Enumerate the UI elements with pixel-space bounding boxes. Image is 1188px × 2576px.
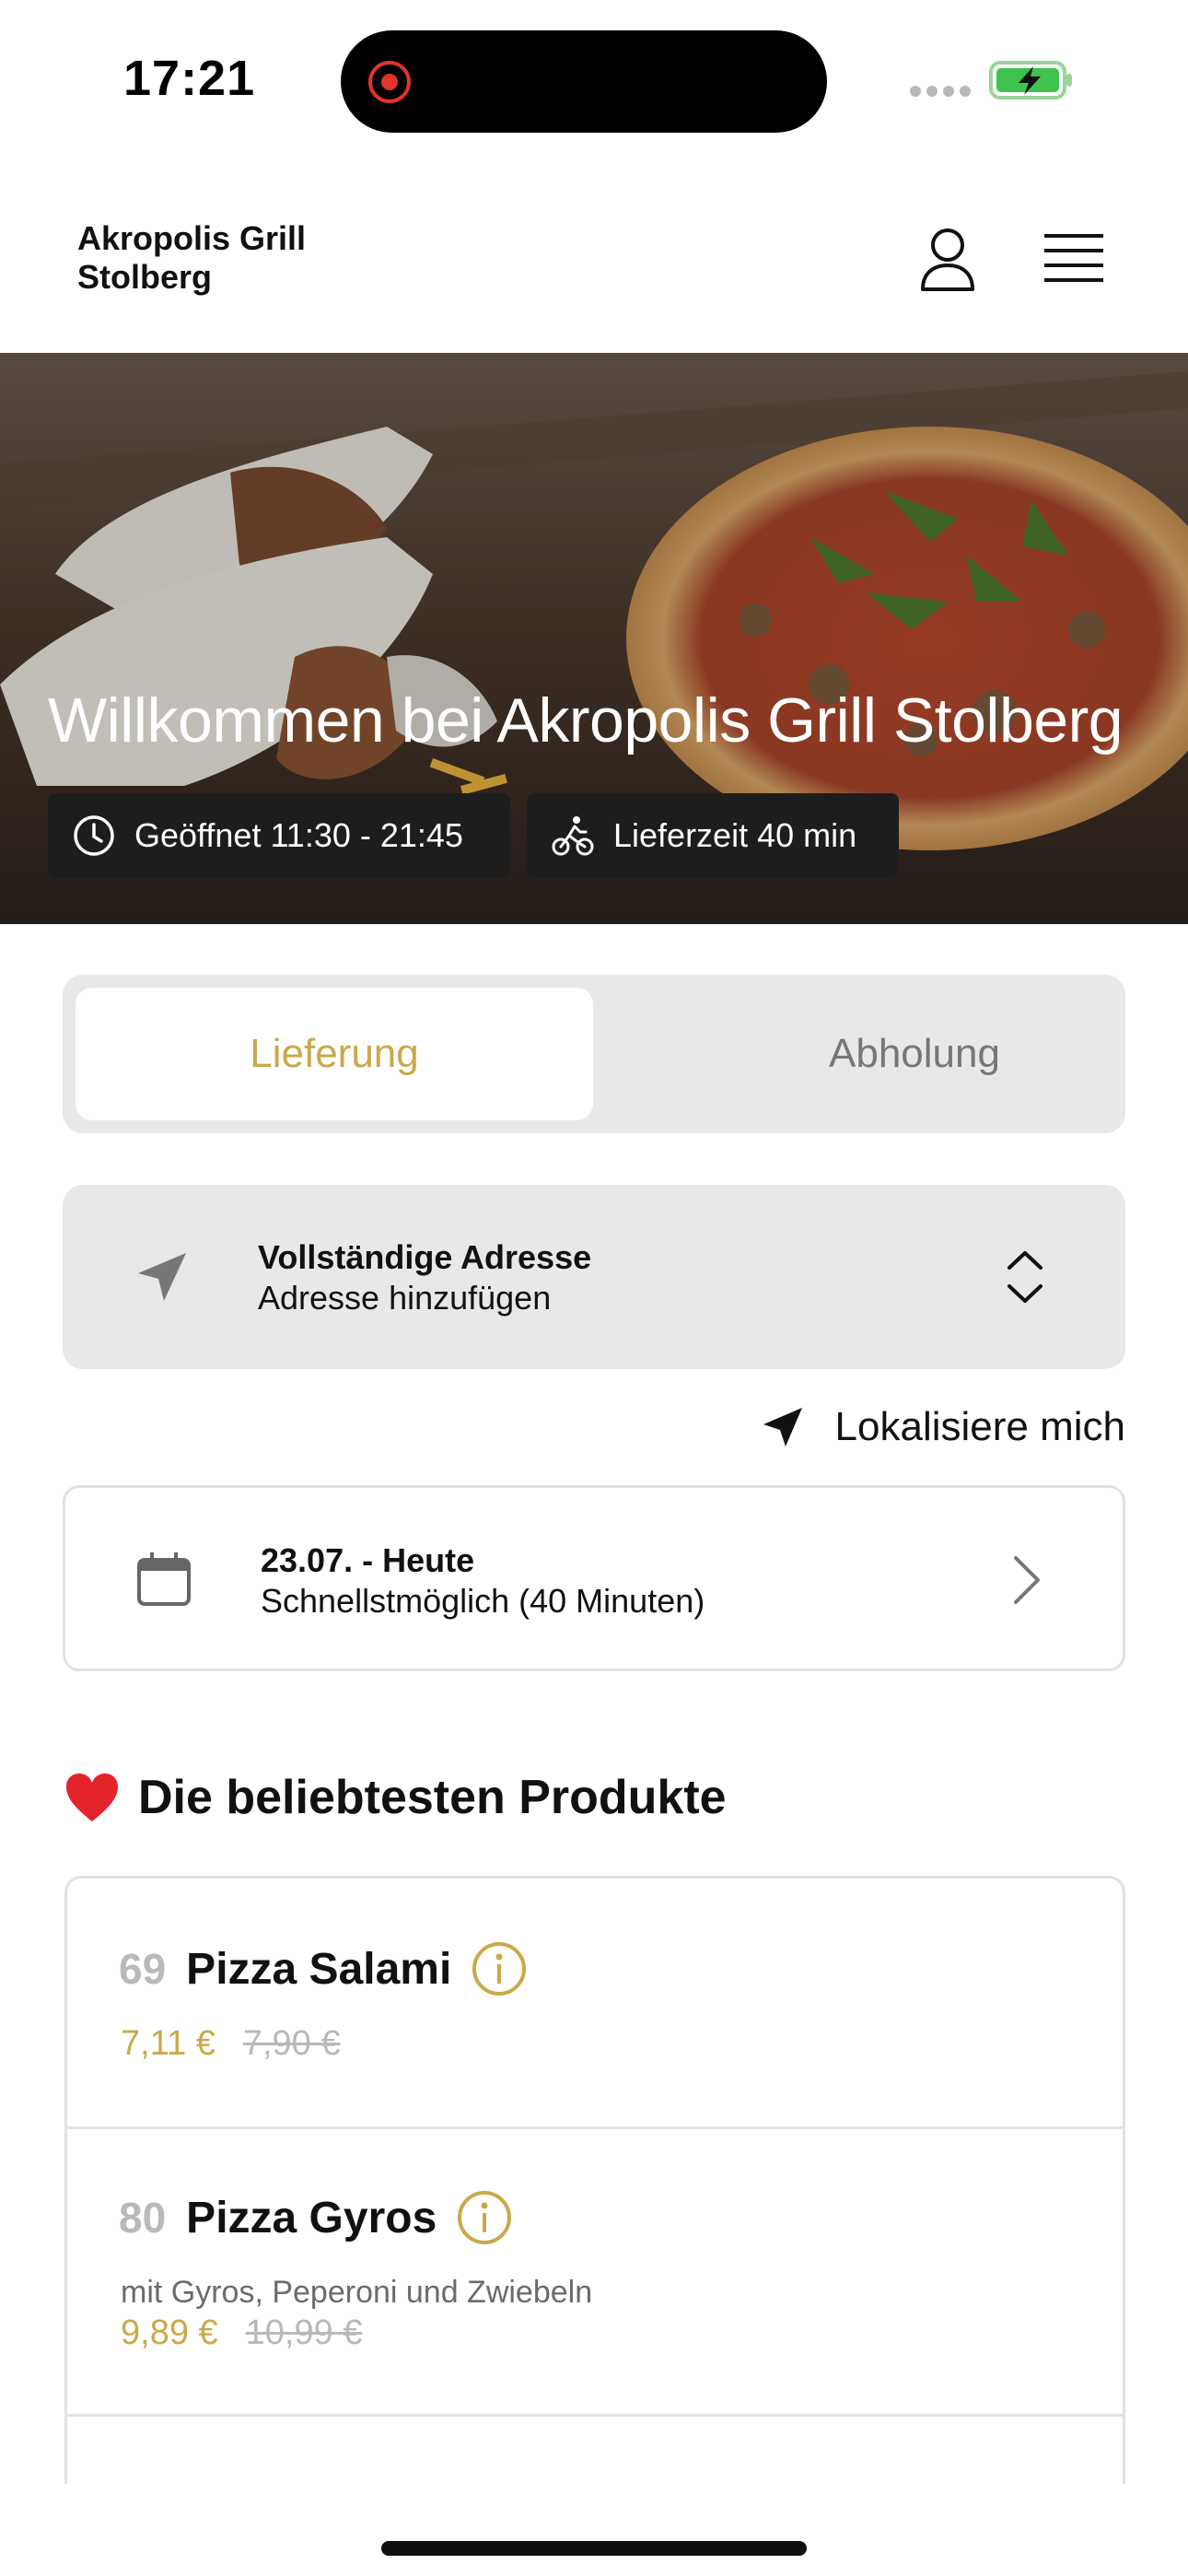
product-card[interactable]: 69 Pizza Salami 7,11 € 7,90 € <box>67 1879 1123 2129</box>
navigation-arrow-icon <box>138 1253 186 1301</box>
calendar-icon <box>137 1552 191 1606</box>
tab-lieferung[interactable]: Lieferung <box>76 988 593 1120</box>
hero-title: Willkommen bei Akropolis Grill Stolberg <box>48 685 1124 755</box>
address-selector[interactable]: Vollständige Adresse Adresse hinzufügen <box>63 1185 1125 1369</box>
order-mode-switch: Lieferung Abholung <box>63 975 1125 1133</box>
opening-hours-badge: Geöffnet 11:30 - 21:45 <box>48 793 510 878</box>
tab-abholung[interactable]: Abholung <box>656 988 1173 1120</box>
opening-hours-label: Geöffnet 11:30 - 21:45 <box>134 816 463 854</box>
product-price: 7,11 € 7,90 € <box>121 2024 341 2064</box>
schedule-time: Schnellstmöglich (40 Minuten) <box>261 1582 705 1620</box>
popular-section-title: Die beliebtesten Produkte <box>64 1765 727 1830</box>
app-header: Akropolis Grill Stolberg <box>0 184 1188 353</box>
schedule-selector[interactable]: 23.07. - Heute Schnellstmöglich (40 Minu… <box>63 1485 1125 1671</box>
hero-banner: Willkommen bei Akropolis Grill Stolberg … <box>0 353 1188 924</box>
record-icon <box>368 61 411 103</box>
chevron-updown-icon <box>1007 1251 1042 1303</box>
chevron-right-icon <box>1014 1556 1040 1604</box>
product-price: 9,89 € 10,99 € <box>121 2313 362 2353</box>
price-current: 9,89 € <box>121 2313 218 2352</box>
locate-me-button[interactable]: Lokalisiere mich <box>762 1397 1125 1458</box>
status-time: 17:21 <box>123 51 256 106</box>
home-indicator[interactable] <box>381 2541 807 2556</box>
heart-icon <box>66 1774 118 1821</box>
info-icon[interactable] <box>457 2190 512 2245</box>
product-card[interactable]: 80 Pizza Gyros mit Gyros, Peperoni und Z… <box>67 2129 1123 2417</box>
clock-icon <box>74 815 114 856</box>
popular-title-label: Die beliebtesten Produkte <box>138 1771 727 1824</box>
price-current: 7,11 € <box>121 2024 215 2063</box>
price-original: 7,90 € <box>242 2024 341 2063</box>
address-subtitle: Adresse hinzufügen <box>258 1279 552 1317</box>
dynamic-island <box>341 30 827 133</box>
product-description: mit Gyros, Peperoni und Zwiebeln <box>121 2275 593 2310</box>
price-original: 10,99 € <box>245 2313 363 2352</box>
product-list: 69 Pizza Salami 7,11 € 7,90 € 80 Pizza G… <box>64 1876 1125 2484</box>
product-number: 80 <box>119 2194 167 2242</box>
navigation-arrow-icon <box>763 1408 802 1446</box>
signal-icon <box>910 86 971 97</box>
brand-title: Akropolis Grill Stolberg <box>77 219 307 296</box>
info-icon[interactable] <box>472 1941 527 1996</box>
product-name: Pizza Salami <box>186 1944 452 1994</box>
delivery-time-label: Lieferzeit 40 min <box>613 816 857 854</box>
product-number: 69 <box>119 1945 167 1993</box>
user-icon[interactable] <box>919 227 976 293</box>
schedule-date: 23.07. - Heute <box>261 1541 475 1579</box>
product-name: Pizza Gyros <box>186 2193 437 2242</box>
locate-me-label: Lokalisiere mich <box>834 1404 1125 1449</box>
status-bar: 17:21 <box>0 0 1188 157</box>
address-title: Vollständige Adresse <box>258 1238 592 1276</box>
battery-icon <box>989 61 1072 100</box>
delivery-time-badge: Lieferzeit 40 min <box>527 793 899 878</box>
menu-icon[interactable] <box>1044 232 1103 284</box>
bicycle-icon <box>552 816 594 856</box>
